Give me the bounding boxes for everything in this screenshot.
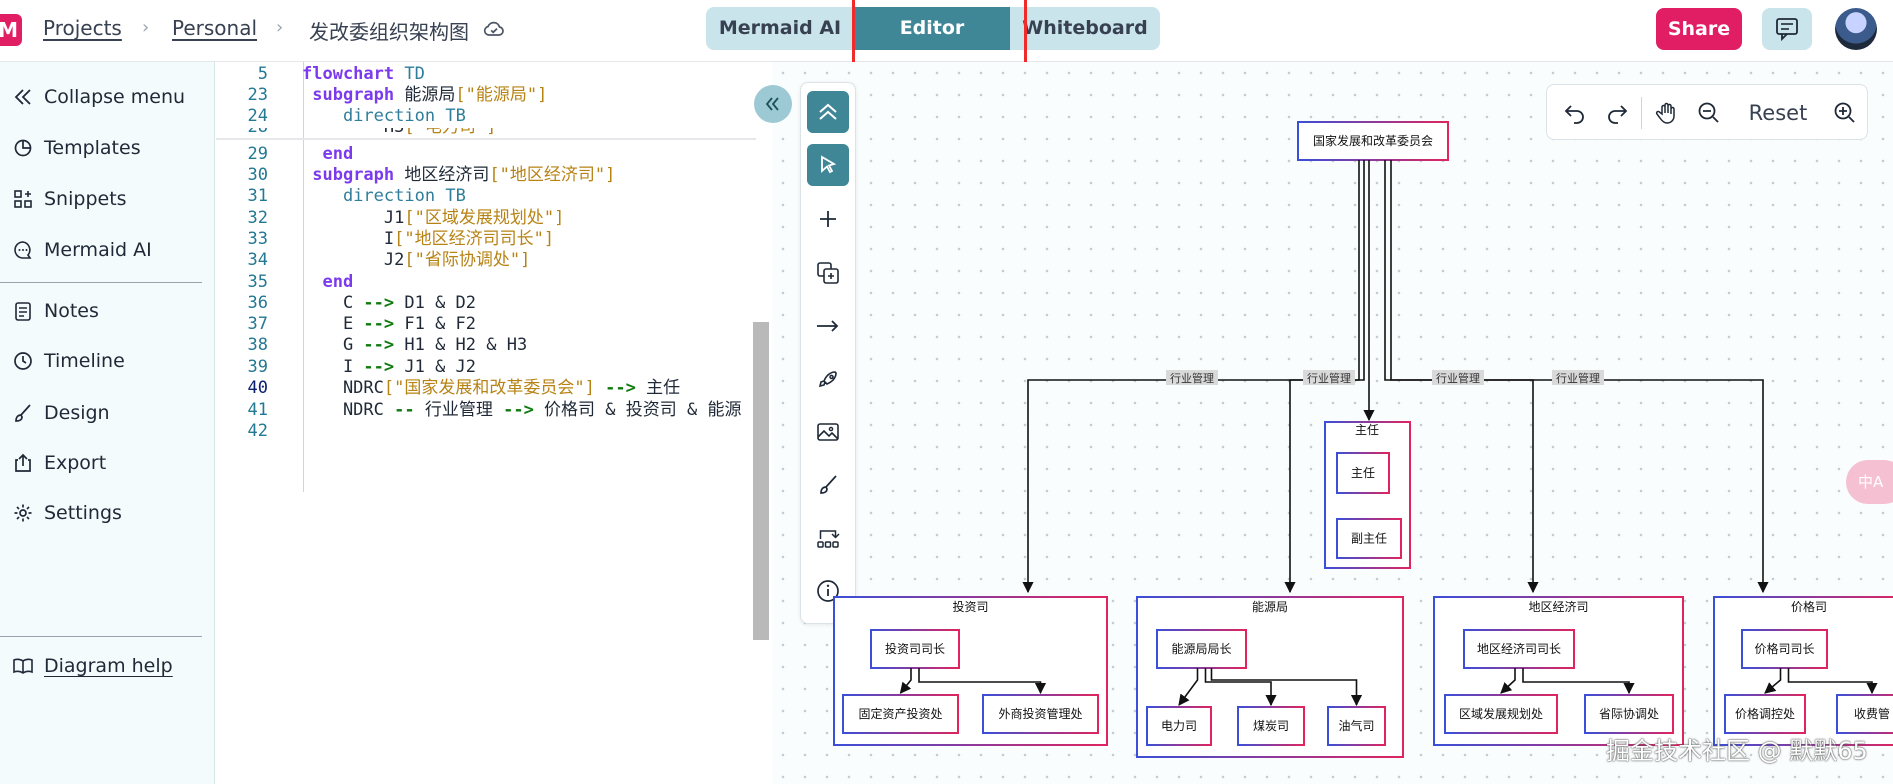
sidebar-item-label: Mermaid AI (44, 239, 152, 261)
zoom-divider (1641, 97, 1642, 129)
sidebar-item-snippets[interactable]: Snippets (0, 179, 210, 219)
notes-icon (15, 302, 31, 321)
sidebar-item-label: Export (44, 452, 107, 474)
diagram-title[interactable]: 发改委组织架构图 (309, 16, 469, 45)
sidebar-item-label: Collapse menu (44, 86, 186, 108)
cursor-icon (821, 155, 837, 174)
sidebar-item-label: Design (44, 402, 110, 424)
snippets-icon (14, 190, 32, 208)
code-line[interactable]: 24 direction TB (216, 104, 772, 129)
zoom-reset-button[interactable]: Reset (1735, 97, 1821, 129)
sidebar-item-timeline[interactable]: Timeline (0, 341, 210, 381)
info-tool[interactable] (807, 570, 849, 612)
pan-button[interactable] (1649, 97, 1685, 129)
zoom-in-button[interactable] (1827, 97, 1863, 129)
cloud-saved-icon (483, 21, 504, 36)
collapse-editor-button[interactable] (754, 85, 792, 123)
sidebar-item-label: Timeline (44, 350, 125, 372)
sidebar-item-label: Diagram help (44, 655, 173, 677)
red-highlight-annotation (852, 0, 1027, 68)
undo-button[interactable] (1557, 97, 1593, 129)
feedback-button[interactable] (1762, 8, 1812, 50)
connector-tool[interactable] (807, 305, 849, 347)
chat-bubble-icon (14, 241, 32, 259)
breadcrumb-personal[interactable]: Personal (172, 16, 257, 40)
translate-badge[interactable]: 中A (1846, 460, 1893, 504)
sidebar-item-collapse-menu[interactable]: Collapse menu (0, 77, 210, 117)
clock-icon (14, 352, 32, 370)
collapse-toolbar-button[interactable] (807, 91, 849, 133)
double-chevron-left-icon (14, 89, 31, 105)
select-tool[interactable] (807, 144, 849, 186)
layout-tool[interactable] (807, 517, 849, 559)
sidebar-item-design[interactable]: Design (0, 393, 210, 433)
double-chevron-left-icon (765, 97, 779, 111)
breadcrumb-separator-icon: › (276, 17, 284, 38)
export-icon (15, 453, 31, 472)
sidebar-item-mermaid-ai[interactable]: Mermaid AI (0, 230, 210, 270)
add-node-tool[interactable] (807, 198, 849, 240)
brush-tool[interactable] (807, 464, 849, 506)
sidebar-divider (0, 282, 202, 283)
rocket-icon (818, 371, 837, 388)
zoom-out-button[interactable] (1691, 97, 1727, 129)
info-icon (817, 580, 839, 602)
tab-whiteboard[interactable]: Whiteboard (1010, 7, 1160, 50)
tab-mermaid-ai[interactable]: Mermaid AI (706, 7, 854, 50)
line-number: 42 (247, 421, 268, 441)
plus-icon (820, 211, 836, 227)
templates-icon (14, 139, 32, 157)
line-number: 24 (247, 106, 268, 126)
image-tool[interactable] (807, 411, 849, 453)
rocket-tool[interactable] (807, 358, 849, 400)
sidebar: Collapse menu Templates Snippets Mermaid… (0, 62, 215, 784)
mermaid-logo-icon[interactable]: M (0, 14, 22, 46)
sidebar-item-label: Settings (44, 502, 122, 524)
sidebar-item-notes[interactable]: Notes (0, 291, 210, 331)
code-line[interactable]: 42 (216, 419, 772, 444)
gear-icon (14, 504, 32, 522)
copy-plus-icon (817, 262, 839, 284)
double-chevron-up-icon (819, 103, 837, 120)
diagram-canvas[interactable] (772, 62, 1893, 784)
sticky-scroll-divider (216, 138, 756, 140)
sidebar-item-diagram-help[interactable]: Diagram help (0, 646, 210, 686)
sidebar-divider (0, 636, 202, 637)
chat-icon (1776, 18, 1798, 42)
hand-icon (1655, 102, 1675, 124)
add-subgraph-tool[interactable] (807, 252, 849, 294)
sidebar-item-settings[interactable]: Settings (0, 493, 210, 533)
share-button[interactable]: Share (1656, 8, 1742, 50)
breadcrumb-projects[interactable]: Projects (43, 16, 122, 40)
undo-icon (1564, 105, 1584, 124)
sidebar-item-label: Notes (44, 300, 99, 322)
sidebar-item-export[interactable]: Export (0, 443, 210, 483)
zoom-controls: Reset (1546, 84, 1868, 140)
editor-scrollbar[interactable] (753, 322, 769, 640)
brush-icon (15, 404, 31, 422)
zoom-in-icon (1834, 102, 1855, 123)
user-avatar[interactable] (1835, 8, 1877, 50)
book-icon (13, 658, 33, 674)
top-bar: M Projects › Personal › 发改委组织架构图 Mermaid… (0, 0, 1893, 68)
sidebar-item-label: Snippets (44, 188, 127, 210)
watermark-text: 掘金技术社区 @ 默默65 (1606, 737, 1868, 765)
arrow-right-icon (817, 320, 839, 332)
flow-layout-icon (817, 530, 840, 548)
whiteboard-toolbar (800, 82, 856, 624)
redo-button[interactable] (1599, 97, 1635, 129)
image-icon (817, 423, 839, 441)
code-text: direction TB (342, 106, 466, 126)
code-editor[interactable]: 5 flowchart TD 23 subgraph 能源局["能源局"] 24 di… (216, 62, 772, 784)
brush-icon (820, 475, 837, 494)
breadcrumb-separator-icon: › (142, 17, 150, 38)
redo-icon (1608, 105, 1628, 124)
sidebar-item-label: Templates (44, 137, 141, 159)
zoom-out-icon (1698, 102, 1719, 123)
sidebar-item-templates[interactable]: Templates (0, 128, 210, 168)
